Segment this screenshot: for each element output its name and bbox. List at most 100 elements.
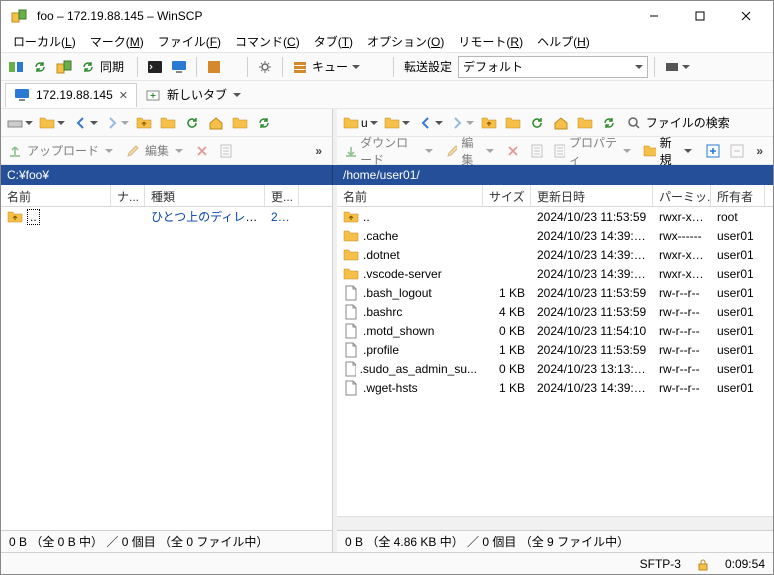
custom-command-button[interactable] — [203, 56, 225, 78]
local-up-button[interactable] — [133, 112, 155, 134]
chevron-down-icon — [352, 65, 360, 69]
remote-edit-button[interactable]: 編集 — [443, 140, 500, 162]
transfer-label: 転送設定 — [400, 58, 456, 75]
remote-add-button[interactable] — [702, 140, 724, 162]
col-na[interactable]: ナ... — [111, 185, 145, 206]
local-home-button[interactable] — [205, 112, 227, 134]
local-open-folder-button[interactable] — [37, 112, 67, 134]
remote-delete-button[interactable] — [502, 140, 524, 162]
chevron-down-icon — [635, 65, 643, 69]
table-row[interactable]: .profile1 KB2024/10/23 11:53:59rw-r--r--… — [337, 340, 773, 359]
disconnect-button[interactable] — [661, 56, 693, 78]
col-perm[interactable]: パーミッ... — [653, 185, 711, 206]
remote-forward-button[interactable] — [447, 112, 476, 134]
new-tab-button[interactable]: 新しいタブ — [137, 86, 249, 103]
remote-root-button[interactable] — [502, 112, 524, 134]
file-icon — [343, 361, 356, 377]
download-button[interactable]: ダウンロード — [341, 140, 439, 162]
local-ops-toolbar: アップロード 編集 » — [1, 137, 333, 165]
local-file-list[interactable]: 名前 ナ... 種類 更... ..ひとつ上のディレクトリ20... — [1, 185, 332, 530]
minimize-button[interactable] — [631, 1, 677, 31]
upload-button[interactable]: アップロード — [5, 140, 119, 162]
col-upd[interactable]: 更... — [265, 185, 299, 206]
table-row[interactable]: ..2024/10/23 11:53:59rwxr-xr-xroot — [337, 207, 773, 226]
local-delete-button[interactable] — [191, 140, 213, 162]
terminal-button[interactable] — [144, 56, 166, 78]
menu-item[interactable]: ヘルプ(H) — [531, 31, 596, 52]
overflow-icon[interactable]: » — [750, 144, 769, 158]
horizontal-scrollbar[interactable] — [337, 516, 773, 530]
table-row[interactable]: ..ひとつ上のディレクトリ20... — [1, 207, 332, 226]
sync-browse-button[interactable] — [29, 56, 51, 78]
col-name[interactable]: 名前 — [337, 185, 483, 206]
lock-icon — [695, 556, 711, 572]
sync-button[interactable]: 同期 — [77, 56, 131, 78]
main-toolbar: 同期 キュー 転送設定 デフォルト — [1, 53, 773, 81]
table-row[interactable]: .sudo_as_admin_su...0 KB2024/10/23 13:13… — [337, 359, 773, 378]
menu-item[interactable]: タブ(T) — [308, 31, 359, 52]
menubar: ローカル(L)マーク(M)ファイル(F)コマンド(C)タブ(T)オプション(O)… — [1, 31, 773, 53]
remote-minus-button[interactable] — [726, 140, 748, 162]
local-forward-button[interactable] — [102, 112, 131, 134]
options-button[interactable] — [254, 56, 276, 78]
col-date[interactable]: 更新日時 — [531, 185, 653, 206]
col-name[interactable]: 名前 — [1, 185, 111, 206]
remote-path[interactable]: /home/user01/ — [337, 165, 773, 185]
col-owner[interactable]: 所有者 — [711, 185, 765, 206]
table-row[interactable]: .bash_logout1 KB2024/10/23 11:53:59rw-r-… — [337, 283, 773, 302]
col-size[interactable]: サイズ — [483, 185, 531, 206]
remote-back-button[interactable] — [416, 112, 445, 134]
find-files-button[interactable]: ファイルの検索 — [624, 112, 736, 134]
close-button[interactable] — [723, 1, 769, 31]
queue-button[interactable]: キュー — [289, 56, 367, 78]
local-refresh-button[interactable] — [181, 112, 203, 134]
remote-ops-toolbar: ダウンロード 編集 プロパティ 新規 » — [337, 137, 773, 165]
overflow-icon[interactable]: » — [309, 144, 328, 158]
menu-item[interactable]: ファイル(F) — [152, 31, 227, 52]
table-row[interactable]: .cache2024/10/23 14:39:19rwx------user01 — [337, 226, 773, 245]
remote-file-list[interactable]: 名前 サイズ 更新日時 パーミッ... 所有者 ..2024/10/23 11:… — [337, 185, 773, 516]
transfer-preset-dropdown[interactable]: デフォルト — [458, 56, 648, 78]
putty-button[interactable] — [168, 56, 190, 78]
remote-up-button[interactable] — [478, 112, 500, 134]
local-props-button[interactable] — [215, 140, 237, 162]
toggle-panels-button[interactable] — [5, 56, 27, 78]
titlebar: foo – 172.19.88.145 – WinSCP — [1, 1, 773, 31]
local-back-button[interactable] — [71, 112, 100, 134]
remote-bookmark-button[interactable] — [574, 112, 596, 134]
local-drive-dropdown[interactable] — [5, 112, 35, 134]
table-row[interactable]: .motd_shown0 KB2024/10/23 11:54:10rw-r--… — [337, 321, 773, 340]
elapsed-time: 0:09:54 — [725, 557, 765, 571]
local-sync-button[interactable] — [253, 112, 275, 134]
remote-drive-dropdown[interactable]: u — [341, 112, 380, 134]
maximize-button[interactable] — [677, 1, 723, 31]
table-row[interactable]: .bashrc4 KB2024/10/23 11:53:59rw-r--r--u… — [337, 302, 773, 321]
menu-item[interactable]: ローカル(L) — [7, 31, 82, 52]
col-type[interactable]: 種類 — [145, 185, 265, 206]
local-edit-button[interactable]: 編集 — [123, 140, 189, 162]
menu-item[interactable]: コマンド(C) — [229, 31, 306, 52]
table-row[interactable]: .wget-hsts1 KB2024/10/23 14:39:14rw-r--r… — [337, 378, 773, 397]
local-root-button[interactable] — [157, 112, 179, 134]
remote-props-icon-button[interactable] — [526, 140, 548, 162]
close-icon[interactable]: ✕ — [119, 89, 128, 102]
table-row[interactable]: .dotnet2024/10/23 14:39:22rwxr-xr-xuser0… — [337, 245, 773, 264]
remote-refresh-button[interactable] — [526, 112, 548, 134]
remote-home-button[interactable] — [550, 112, 572, 134]
remote-new-button[interactable]: 新規 — [641, 140, 698, 162]
remote-sync-button[interactable] — [598, 112, 620, 134]
session-tab-active[interactable]: 172.19.88.145 ✕ — [5, 83, 137, 107]
menu-item[interactable]: オプション(O) — [361, 31, 450, 52]
session-tabs: 172.19.88.145 ✕ 新しいタブ — [1, 81, 773, 109]
local-path[interactable]: C:¥foo¥ — [1, 165, 333, 185]
remote-properties-button[interactable]: プロパティ — [550, 140, 637, 162]
remote-open-folder-button[interactable] — [382, 112, 412, 134]
menu-item[interactable]: マーク(M) — [84, 31, 150, 52]
remote-status: 0 B （全 4.86 KB 中） ／ 0 個目 （全 9 ファイル中） — [337, 530, 773, 552]
sync-label: 同期 — [100, 58, 124, 75]
folder-icon — [343, 247, 359, 263]
menu-item[interactable]: リモート(R) — [452, 31, 529, 52]
local-bookmark-button[interactable] — [229, 112, 251, 134]
table-row[interactable]: .vscode-server2024/10/23 14:39:19rwxr-xr… — [337, 264, 773, 283]
compare-button[interactable] — [53, 56, 75, 78]
